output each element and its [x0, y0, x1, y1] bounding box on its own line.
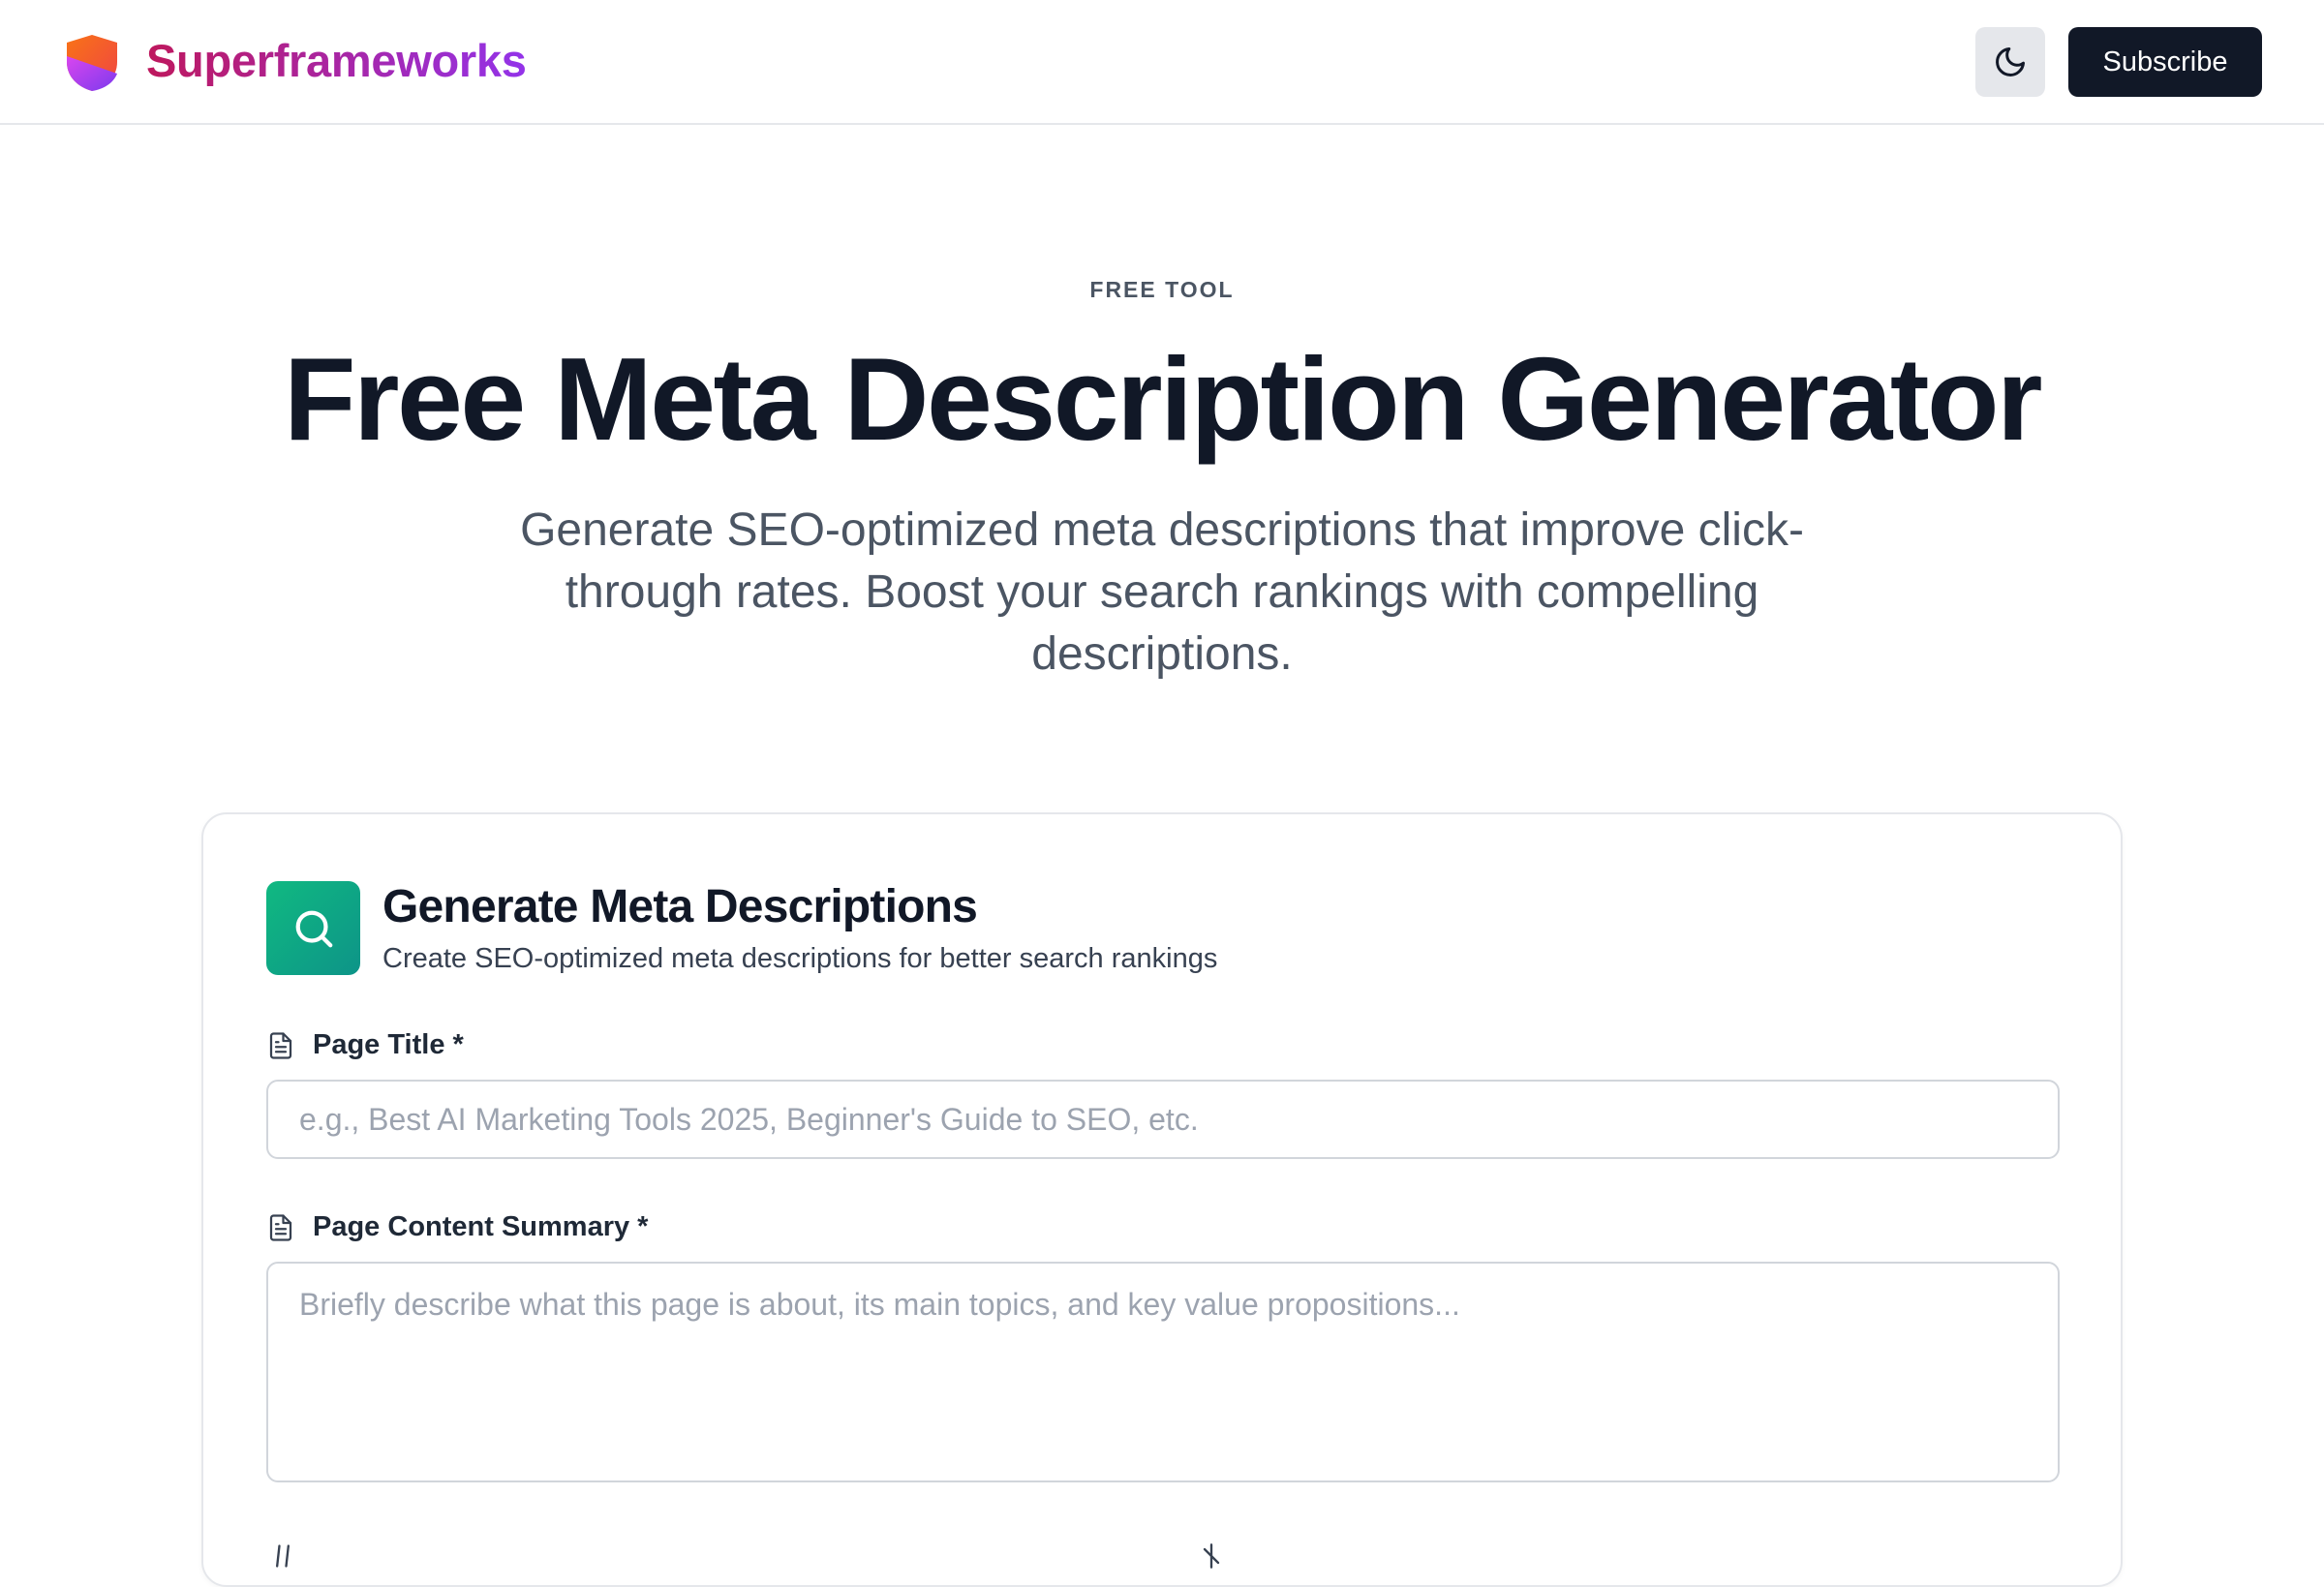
brand-name[interactable]: Superframeworks: [146, 31, 527, 91]
page-title-label: Page Title *: [266, 1029, 464, 1061]
sparkle-icon: [1203, 1543, 1220, 1569]
hero-eyebrow: FREE TOOL: [1089, 277, 1235, 302]
page-title-input[interactable]: [266, 1080, 2060, 1159]
card-icon-badge: [266, 881, 360, 975]
subscribe-button[interactable]: Subscribe: [2068, 27, 2262, 97]
hash-icon: [276, 1544, 290, 1568]
content-summary-label-text: Page Content Summary *: [313, 1211, 649, 1242]
card-subtitle: Create SEO-optimized meta descriptions f…: [382, 943, 1218, 974]
card-title: Generate Meta Descriptions: [382, 881, 978, 932]
site-header: Superframeworks Subscribe: [0, 0, 2324, 125]
theme-toggle-button[interactable]: [1975, 27, 2045, 97]
search-icon: [295, 910, 332, 947]
page-title-label-text: Page Title *: [313, 1029, 464, 1060]
content-summary-label: Page Content Summary *: [266, 1211, 648, 1243]
page-title: Free Meta Description Generator: [283, 333, 2043, 465]
generator-card: Generate Meta Descriptions Create SEO-op…: [201, 812, 2123, 1587]
document-icon: [269, 1213, 292, 1241]
shield-logo-icon[interactable]: [64, 33, 120, 93]
document-icon: [269, 1031, 292, 1059]
moon-icon: [1996, 47, 2025, 76]
hero-subtitle: Generate SEO-optimized meta descriptions…: [520, 504, 1804, 680]
content-summary-textarea[interactable]: [266, 1262, 2060, 1482]
